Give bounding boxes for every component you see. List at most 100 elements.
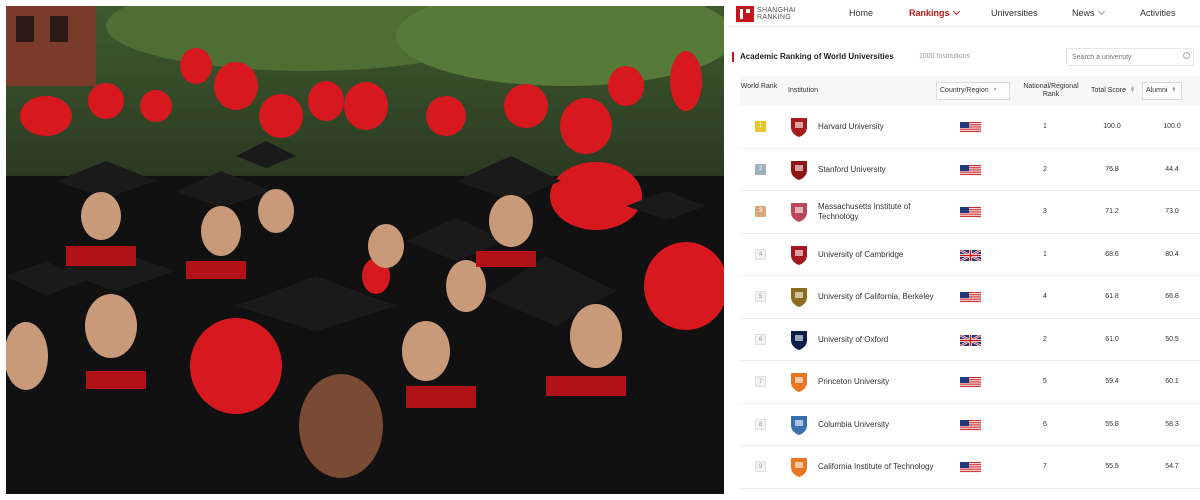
sort-icon: ▲ ▼ — [1130, 85, 1135, 95]
ranking-title-bar: Academic Ranking of World Universities 1… — [728, 44, 1200, 72]
table-row[interactable]: 7 Princeton University 5 59.4 60.1 — [740, 361, 1200, 404]
alumni-score-value: 80.4 — [1165, 250, 1179, 258]
graduation-crowd-photo — [6, 6, 724, 494]
country-filter-select[interactable]: Country/Region ▼ — [936, 82, 1010, 100]
uk-flag-icon — [960, 249, 981, 261]
university-crest-icon — [791, 245, 807, 265]
us-flag-icon — [960, 419, 981, 431]
us-flag-icon — [960, 122, 981, 133]
chevron-down-icon: ▼ — [992, 86, 998, 93]
national-rank-value: 2 — [1043, 165, 1047, 173]
total-score-value: 68.6 — [1105, 250, 1119, 258]
table-row[interactable]: 4 University of Cambridge 1 68.6 80.4 — [740, 234, 1200, 276]
search-icon[interactable] — [1183, 52, 1190, 59]
sort-icon: ▲ ▼ — [1171, 85, 1177, 95]
total-score-value: 76.8 — [1105, 165, 1119, 173]
total-score-value: 100.0 — [1103, 123, 1121, 130]
institution-count: 1000 Institutions — [919, 53, 970, 60]
shanghai-ranking-page: SHANGHAI RANKING Home Rankings Universit… — [728, 0, 1200, 500]
header-total-score[interactable]: Total Score ▲ ▼ — [1086, 85, 1140, 95]
national-rank-value: 6 — [1043, 420, 1047, 428]
chevron-down-icon — [952, 7, 960, 16]
university-crest-icon — [791, 203, 807, 222]
university-crest-icon — [791, 118, 807, 137]
total-score-value: 59.4 — [1105, 378, 1119, 385]
total-score-value: 55.8 — [1105, 420, 1119, 428]
national-rank-value: 1 — [1043, 250, 1047, 258]
total-score-value: 61.0 — [1105, 335, 1119, 343]
indicator-select[interactable]: Alumni ▲ ▼ — [1142, 82, 1182, 100]
institution-name-link[interactable]: Massachusetts Institute of Technology — [818, 201, 938, 223]
table-row[interactable]: 3 Massachusetts Institute of Technology 3 7… — [740, 191, 1200, 234]
university-crest-icon — [791, 415, 807, 435]
world-rank-badge: 3 — [755, 206, 766, 217]
national-rank-value: 4 — [1043, 293, 1047, 300]
alumni-score-value: 54.7 — [1165, 463, 1179, 470]
alumni-score-value: 44.4 — [1165, 165, 1179, 173]
world-rank-badge: 5 — [755, 291, 766, 302]
table-row[interactable]: 8 Columbia University 6 55.8 58.3 — [740, 404, 1200, 446]
nav-activities[interactable]: Activities — [1140, 8, 1176, 18]
total-score-value: 55.5 — [1105, 463, 1119, 470]
institution-name-link[interactable]: University of Cambridge — [818, 244, 938, 266]
university-crest-icon — [791, 373, 807, 392]
institution-name-link[interactable]: University of California, Berkeley — [818, 286, 938, 308]
national-rank-value: 7 — [1043, 463, 1047, 470]
title-accent-bar — [732, 52, 734, 62]
university-crest-icon — [791, 458, 807, 477]
nav-home[interactable]: Home — [849, 8, 873, 18]
institution-name-link[interactable]: Stanford University — [818, 159, 938, 181]
world-rank-badge: 1 — [755, 121, 766, 132]
alumni-score-value: 100.0 — [1163, 123, 1181, 130]
graduation-crowd-illustration — [6, 6, 724, 494]
institution-name-link[interactable]: Princeton University — [818, 371, 938, 393]
alumni-score-value: 50.5 — [1165, 335, 1179, 343]
university-crest-icon — [791, 330, 807, 350]
header-world-rank: World Rank — [740, 83, 778, 90]
nav-links: Home Rankings Universities News Activiti… — [728, 0, 1200, 27]
institution-name-link[interactable]: Harvard University — [818, 116, 938, 138]
nav-news[interactable]: News — [1072, 7, 1105, 18]
page-title: Academic Ranking of World Universities — [740, 52, 894, 61]
us-flag-icon — [960, 292, 981, 303]
world-rank-badge: 4 — [755, 248, 766, 260]
world-rank-badge: 9 — [755, 461, 766, 472]
header-institution: Institution — [788, 87, 818, 94]
nav-universities[interactable]: Universities — [991, 8, 1038, 18]
search-input[interactable] — [1066, 48, 1194, 66]
world-rank-badge: 2 — [755, 163, 766, 175]
alumni-score-value: 58.3 — [1165, 420, 1179, 428]
alumni-score-value: 60.1 — [1165, 378, 1179, 385]
composite-screenshot: SHANGHAI RANKING Home Rankings Universit… — [0, 0, 1200, 500]
us-flag-icon — [960, 377, 981, 388]
ranking-table-body: 1 Harvard University 1 100.0 100.0 2 Stanford … — [740, 106, 1200, 489]
us-flag-icon — [960, 207, 981, 218]
total-score-value: 61.8 — [1105, 293, 1119, 300]
us-flag-icon — [960, 462, 981, 473]
university-crest-icon — [791, 288, 807, 307]
us-flag-icon — [960, 164, 981, 176]
institution-name-link[interactable]: University of Oxford — [818, 329, 938, 351]
table-row[interactable]: 2 Stanford University 2 76.8 44.4 — [740, 149, 1200, 191]
national-rank-value: 3 — [1043, 208, 1047, 215]
top-navigation-bar: SHANGHAI RANKING Home Rankings Universit… — [728, 0, 1200, 27]
table-row[interactable]: 5 University of California, Berkeley 4 61.8… — [740, 276, 1200, 319]
table-row[interactable]: 6 University of Oxford 2 61.0 50.5 — [740, 319, 1200, 361]
table-row[interactable]: 1 Harvard University 1 100.0 100.0 — [740, 106, 1200, 149]
national-rank-value: 5 — [1043, 378, 1047, 385]
table-header: World Rank Institution Country/Region ▼ N… — [740, 76, 1200, 106]
world-rank-badge: 8 — [755, 418, 766, 430]
header-national-rank: National/Regional Rank — [1023, 83, 1079, 98]
university-crest-icon — [791, 160, 807, 180]
world-rank-badge: 7 — [755, 376, 766, 387]
nav-rankings[interactable]: Rankings — [909, 7, 960, 18]
national-rank-value: 1 — [1043, 123, 1047, 130]
world-rank-badge: 6 — [755, 333, 766, 345]
national-rank-value: 2 — [1043, 335, 1047, 343]
total-score-value: 71.2 — [1105, 208, 1119, 215]
institution-name-link[interactable]: Columbia University — [818, 414, 938, 436]
institution-name-link[interactable]: California Institute of Technology — [818, 456, 938, 478]
table-row[interactable]: 9 California Institute of Technology 7 55.5… — [740, 446, 1200, 489]
chevron-down-icon — [1097, 7, 1105, 16]
alumni-score-value: 66.8 — [1165, 293, 1179, 300]
